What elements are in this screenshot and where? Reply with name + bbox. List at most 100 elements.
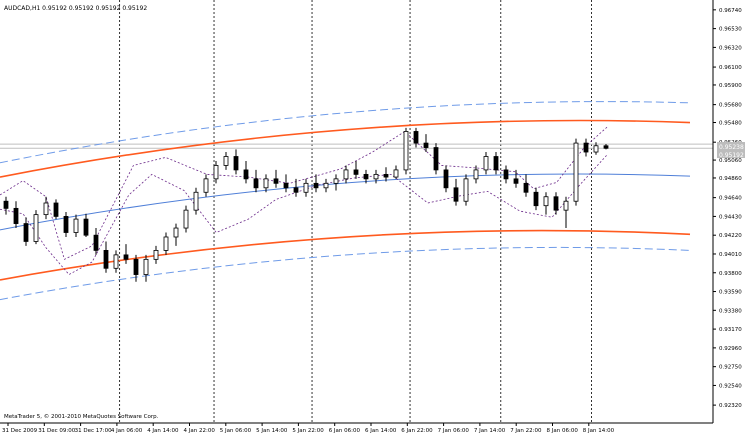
candle-body — [463, 178, 469, 202]
price-tag-upper: 0.95238 — [719, 144, 744, 151]
candle-body — [193, 191, 199, 211]
candle-body — [33, 214, 39, 242]
y-tick-label: 0.96100 — [719, 65, 742, 71]
candle-body — [243, 169, 249, 180]
candle-body — [253, 178, 259, 189]
candle-body — [293, 187, 299, 193]
candle-body — [3, 200, 9, 209]
x-tick-label: 5 Jan 06:00 — [220, 428, 252, 433]
x-tick-label: 4 Jan 14:00 — [147, 428, 179, 433]
y-tick-label: 0.94430 — [719, 214, 742, 220]
candle-body — [593, 145, 599, 153]
y-tick-label: 0.96740 — [719, 8, 742, 14]
candle-body — [163, 236, 169, 251]
candle-body — [443, 169, 449, 189]
y-tick-label: 0.94640 — [719, 196, 742, 202]
candle-body — [363, 173, 369, 180]
candle-body — [413, 131, 419, 144]
candle-body — [473, 169, 479, 180]
candle-body — [603, 145, 609, 149]
y-tick-label: 0.92320 — [719, 403, 742, 409]
candle-body — [433, 147, 439, 171]
candle-body — [513, 178, 519, 184]
candle-body — [103, 250, 109, 269]
x-tick-label: 31 Dec 09:00 — [38, 428, 75, 433]
candle-body — [233, 156, 239, 171]
x-tick-label: 7 Jan 06:00 — [438, 428, 470, 433]
y-tick-label: 0.94010 — [719, 252, 742, 258]
candle-body — [393, 169, 399, 178]
candle-body — [483, 156, 489, 171]
candle-body — [183, 209, 189, 229]
candle-body — [323, 182, 329, 189]
candle-body — [543, 196, 549, 207]
candle-body — [403, 131, 409, 171]
y-tick-label: 0.95900 — [719, 83, 742, 89]
x-tick-label: 31 Dec 17:00 — [75, 428, 112, 433]
candle-body — [23, 223, 29, 242]
y-tick-label: 0.93380 — [719, 308, 742, 314]
chart-title: AUDCAD,H1 0.95192 0.95192 0.95192 0.9519… — [4, 5, 147, 12]
price-tags: 0.95238 0.95192 — [717, 142, 745, 159]
candle-body — [553, 196, 559, 211]
candle-body — [333, 178, 339, 184]
y-tick-label: 0.96320 — [719, 45, 742, 51]
candle-body — [303, 182, 309, 193]
candle-body — [203, 178, 209, 193]
price-tag-lower: 0.95192 — [719, 152, 744, 159]
candle-body — [503, 169, 509, 180]
candle-body — [223, 156, 229, 166]
candle-body — [343, 169, 349, 180]
candle-body — [43, 202, 49, 216]
candle-body — [13, 207, 19, 224]
x-tick-label: 6 Jan 22:00 — [401, 428, 433, 433]
y-tick-label: 0.95680 — [719, 103, 742, 109]
y-tick-label: 0.93800 — [719, 271, 742, 277]
candle-body — [423, 142, 429, 148]
y-tick-label: 0.96530 — [719, 27, 742, 33]
candlestick-chart[interactable]: 0.96740 0.96530 0.96320 0.96100 0.95900 0.956… — [0, 0, 750, 434]
candle-body — [143, 258, 149, 275]
y-tick-label: 0.95480 — [719, 121, 742, 127]
candle-body — [53, 202, 59, 217]
y-tick-label: 0.94860 — [719, 176, 742, 182]
candle-body — [563, 200, 569, 211]
y-tick-label: 0.94220 — [719, 233, 742, 239]
candle-body — [153, 250, 159, 260]
y-tick-label: 0.93590 — [719, 290, 742, 296]
candle-body — [523, 182, 529, 193]
x-tick-label: 7 Jan 14:00 — [474, 428, 506, 433]
candle-body — [133, 258, 139, 275]
candle-body — [583, 142, 589, 153]
candle-body — [313, 182, 319, 189]
candle-body — [383, 173, 389, 178]
candle-body — [173, 227, 179, 238]
candle-body — [63, 216, 69, 233]
candle-body — [353, 169, 359, 175]
x-tick-label: 8 Jan 06:00 — [547, 428, 579, 433]
candle-body — [283, 182, 289, 189]
x-tick-label: 8 Jan 14:00 — [583, 428, 615, 433]
plot-background — [0, 0, 750, 433]
candle-body — [93, 234, 99, 251]
candle-body — [213, 165, 219, 180]
candle-body — [263, 178, 269, 189]
candle-body — [273, 178, 279, 184]
y-tick-label: 0.92540 — [719, 383, 742, 389]
y-tick-label: 0.92960 — [719, 346, 742, 352]
x-tick-label: 31 Dec 2009 — [2, 428, 38, 433]
x-tick-label: 6 Jan 06:00 — [329, 428, 361, 433]
x-tick-label: 4 Jan 22:00 — [184, 428, 216, 433]
x-tick-label: 6 Jan 14:00 — [365, 428, 397, 433]
candle-body — [123, 254, 129, 260]
y-tick-label: 0.92750 — [719, 365, 742, 371]
x-tick-label: 5 Jan 22:00 — [292, 428, 324, 433]
candle-body — [373, 173, 379, 180]
y-tick-label: 0.93170 — [719, 327, 742, 333]
chart-window[interactable]: 0.96740 0.96530 0.96320 0.96100 0.95900 0.956… — [0, 0, 750, 434]
candle-body — [73, 218, 79, 233]
copyright-footer: MetaTrader 5, © 2001-2010 MetaQuotes Sof… — [4, 413, 159, 420]
x-tick-label: 5 Jan 14:00 — [256, 428, 288, 433]
candle-body — [83, 218, 89, 236]
candle-body — [493, 156, 499, 171]
